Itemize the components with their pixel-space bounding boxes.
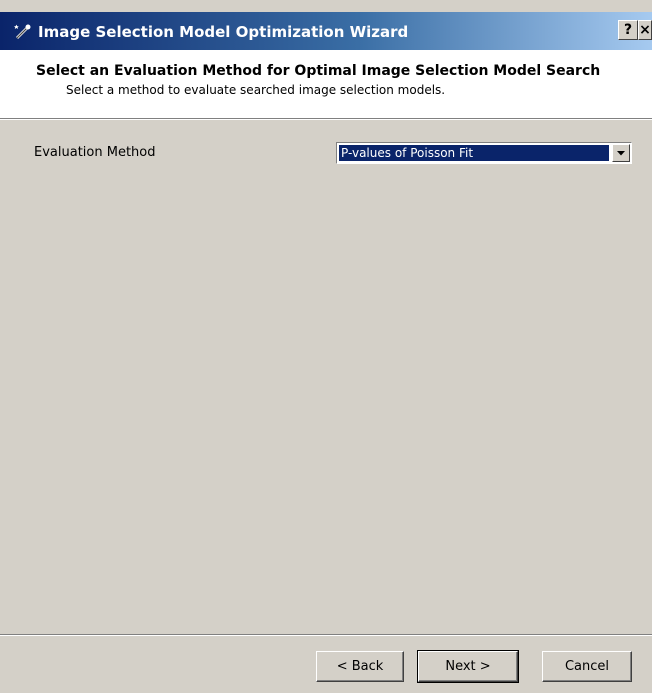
wizard-wand-icon — [14, 24, 31, 40]
wizard-window: Image Selection Model Optimization Wizar… — [0, 0, 652, 693]
back-button[interactable]: < Back — [316, 651, 404, 682]
header-divider — [0, 118, 652, 120]
wizard-header: Select an Evaluation Method for Optimal … — [0, 50, 652, 118]
title-bar[interactable]: Image Selection Model Optimization Wizar… — [0, 12, 652, 50]
footer-divider — [0, 634, 652, 636]
cancel-button[interactable]: Cancel — [542, 651, 632, 682]
help-button[interactable]: ? — [618, 20, 638, 40]
page-title: Select an Evaluation Method for Optimal … — [36, 63, 601, 79]
page-subtitle: Select a method to evaluate searched ima… — [66, 83, 446, 97]
close-button[interactable]: × — [638, 20, 652, 40]
evaluation-method-value[interactable]: P-values of Poisson Fit — [339, 145, 609, 161]
evaluation-method-label: Evaluation Method — [34, 145, 156, 160]
window-title: Image Selection Model Optimization Wizar… — [38, 23, 409, 41]
next-button[interactable]: Next > — [417, 650, 519, 683]
dropdown-button[interactable] — [612, 144, 630, 162]
chevron-down-icon — [617, 151, 625, 156]
evaluation-method-select[interactable]: P-values of Poisson Fit — [336, 142, 632, 164]
